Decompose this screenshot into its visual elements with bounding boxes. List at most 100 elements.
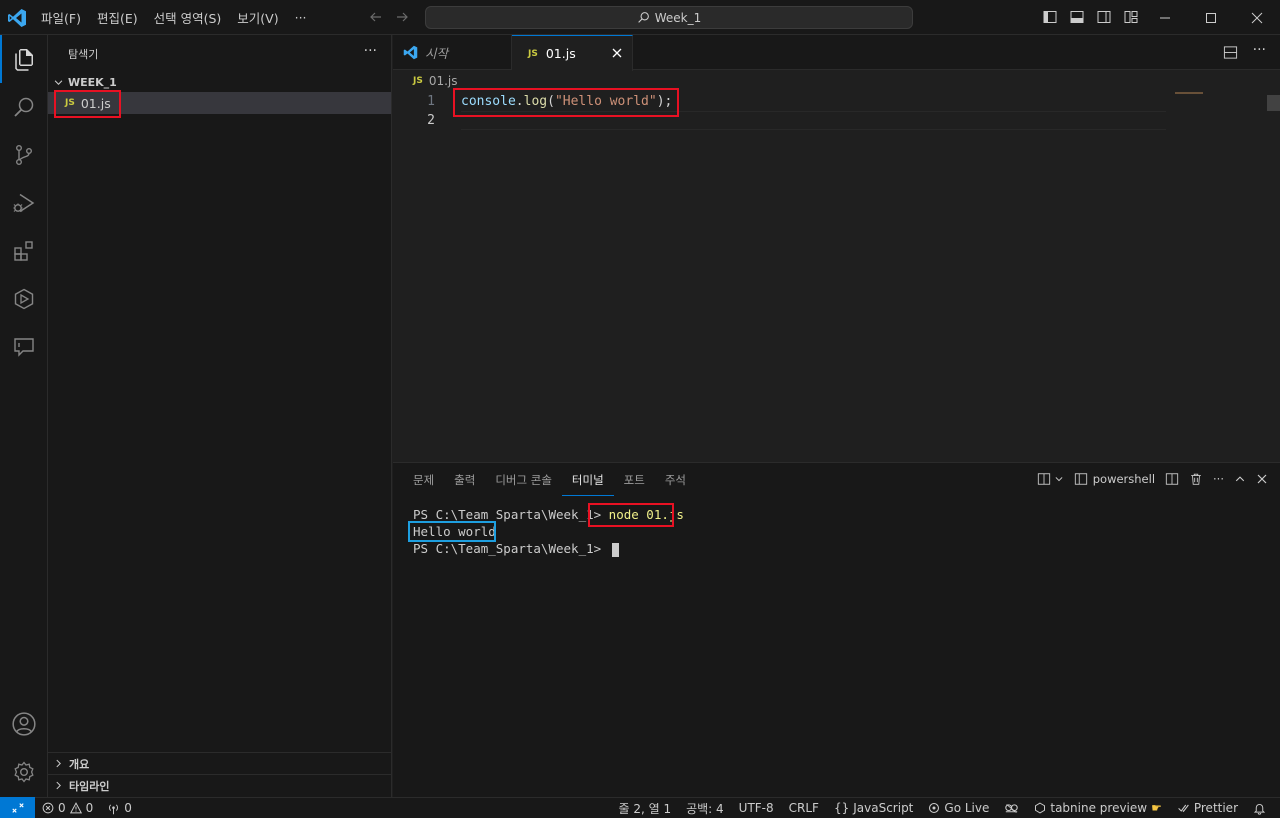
end-of-line[interactable]: CRLF (789, 801, 819, 815)
chevron-down-icon (53, 77, 64, 88)
close-icon[interactable] (611, 47, 623, 59)
menu-edit[interactable]: 편집(E) (89, 8, 146, 27)
minimap[interactable] (1175, 92, 1203, 94)
menu-more[interactable]: ··· (287, 10, 315, 25)
tabnine-status[interactable]: tabnine preview ☛ (1034, 801, 1162, 815)
layout-controls (1042, 9, 1139, 25)
indentation[interactable]: 공백: 4 (686, 800, 724, 817)
menu-file[interactable]: 파일(F) (33, 8, 89, 27)
maximize-panel-icon[interactable] (1234, 473, 1246, 485)
go-live-button[interactable]: Go Live (928, 801, 989, 815)
panel-toolbar: powershell ··· (1037, 472, 1268, 486)
new-terminal-dropdown[interactable] (1037, 472, 1064, 486)
tab-welcome[interactable]: 시작 (393, 35, 512, 70)
terminal-shell-selector[interactable]: powershell (1074, 472, 1155, 486)
remote-explorer-icon[interactable] (0, 275, 48, 323)
js-file-icon: JS (413, 76, 423, 86)
tab-ports[interactable]: 포트 (614, 472, 655, 496)
activity-bar (0, 35, 48, 797)
sidebar-more-actions[interactable]: ··· (364, 43, 377, 59)
copilot-icon[interactable] (1004, 802, 1019, 815)
explorer-icon[interactable] (0, 35, 48, 83)
shell-name: powershell (1092, 472, 1156, 486)
timeline-section[interactable]: 타임라인 (48, 774, 391, 796)
tab-terminal[interactable]: 터미널 (561, 472, 614, 496)
menu-bar: 파일(F) 편집(E) 선택 영역(S) 보기(V) ··· (33, 0, 315, 35)
tab-problems[interactable]: 문제 (413, 472, 444, 496)
panel-more-actions[interactable]: ··· (1213, 472, 1224, 486)
bell-icon[interactable] (1253, 802, 1266, 815)
toggle-panel-icon[interactable] (1069, 9, 1085, 25)
folder-header[interactable]: WEEK_1 (48, 72, 391, 92)
editor-scrollbar[interactable] (1267, 95, 1280, 111)
settings-gear-icon[interactable] (0, 748, 48, 796)
menu-view[interactable]: 보기(V) (229, 8, 286, 27)
chevron-down-icon (1055, 477, 1063, 482)
tab-label: 01.js (545, 46, 576, 61)
remote-indicator-icon[interactable] (0, 797, 35, 818)
terminal-cursor (611, 542, 619, 557)
terminal-prompt: PS C:\Team_Sparta\Week_1> (413, 541, 609, 556)
tab-label: 시작 (425, 46, 449, 61)
command-center-search[interactable]: Week_1 (425, 6, 913, 29)
tab-debug-console[interactable]: 디버그 콘솔 (485, 472, 562, 496)
encoding[interactable]: UTF-8 (739, 801, 774, 815)
trash-icon[interactable] (1189, 472, 1203, 486)
terminal-line[interactable]: PS C:\Team_Sparta\Week_1> (413, 540, 619, 557)
breadcrumb: JS 01.js (413, 74, 458, 88)
close-panel-icon[interactable] (1256, 473, 1268, 485)
terminal-layout-icon (1037, 473, 1050, 485)
breadcrumb-file[interactable]: 01.js (429, 74, 458, 88)
language-mode[interactable]: {} JavaScript (834, 801, 913, 815)
account-icon[interactable] (0, 700, 48, 748)
minimize-icon[interactable] (1142, 0, 1188, 35)
status-bar: 0 0 0 줄 2, 열 1 공백: 4 UTF-8 CRLF {} JavaS… (0, 797, 1280, 818)
search-icon[interactable] (0, 83, 48, 131)
toggle-primary-sidebar-icon[interactable] (1042, 9, 1058, 25)
window-controls (1142, 0, 1280, 35)
hand-pointing-icon: ☛ (1151, 801, 1162, 815)
back-arrow-icon[interactable] (368, 9, 384, 25)
cursor-position[interactable]: 줄 2, 열 1 (618, 800, 671, 817)
chat-icon[interactable] (0, 323, 48, 371)
highlight-box-output (408, 521, 496, 542)
title-bar: 파일(F) 편집(E) 선택 영역(S) 보기(V) ··· Week_1 (0, 0, 1280, 35)
bottom-panel: 문제 출력 디버그 콘솔 터미널 포트 주석 powershell ··· PS… (393, 462, 1280, 797)
command-center-label: Week_1 (654, 10, 702, 25)
status-right: 줄 2, 열 1 공백: 4 UTF-8 CRLF {} JavaScript … (618, 798, 1266, 818)
ports-status[interactable]: 0 (107, 801, 132, 815)
prettier-status[interactable]: Prettier (1177, 801, 1238, 815)
split-terminal-icon[interactable] (1165, 472, 1179, 486)
tabnine-icon (1035, 802, 1046, 814)
tab-output[interactable]: 출력 (444, 472, 485, 496)
editor-more-actions[interactable]: ··· (1253, 42, 1266, 58)
line-number: 1 (427, 94, 435, 109)
outline-section[interactable]: 개요 (48, 752, 391, 774)
close-window-icon[interactable] (1234, 0, 1280, 35)
braces-icon: {} (833, 801, 850, 815)
split-editor-icon[interactable] (1223, 45, 1238, 60)
timeline-label: 타임라인 (69, 779, 110, 793)
editor-area: 시작 JS 01.js ··· JS 01.js 1 console.log("… (393, 35, 1280, 462)
tab-01js[interactable]: JS 01.js (512, 35, 633, 71)
panel-tabs: 문제 출력 디버그 콘솔 터미널 포트 주석 (413, 472, 696, 496)
run-debug-icon[interactable] (0, 179, 48, 227)
tab-comments[interactable]: 주석 (655, 472, 696, 496)
customize-layout-icon[interactable] (1123, 9, 1139, 25)
status-left: 0 0 0 (42, 798, 132, 818)
outline-label: 개요 (69, 757, 90, 771)
vscode-logo-icon (7, 8, 27, 28)
menu-selection[interactable]: 선택 영역(S) (146, 8, 230, 27)
error-icon (42, 802, 54, 814)
maximize-icon[interactable] (1188, 0, 1234, 35)
sidebar-title: 탐색기 (68, 48, 99, 61)
problems-status[interactable]: 0 0 (42, 801, 93, 815)
extensions-icon[interactable] (0, 227, 48, 275)
search-icon (637, 11, 650, 24)
highlight-box-code (453, 88, 679, 117)
forward-arrow-icon[interactable] (394, 9, 410, 25)
terminal-prompt: PS C:\Team_Sparta\Week_1> (413, 507, 609, 522)
toggle-secondary-sidebar-icon[interactable] (1096, 9, 1112, 25)
double-check-icon (1178, 804, 1189, 813)
source-control-icon[interactable] (0, 131, 48, 179)
